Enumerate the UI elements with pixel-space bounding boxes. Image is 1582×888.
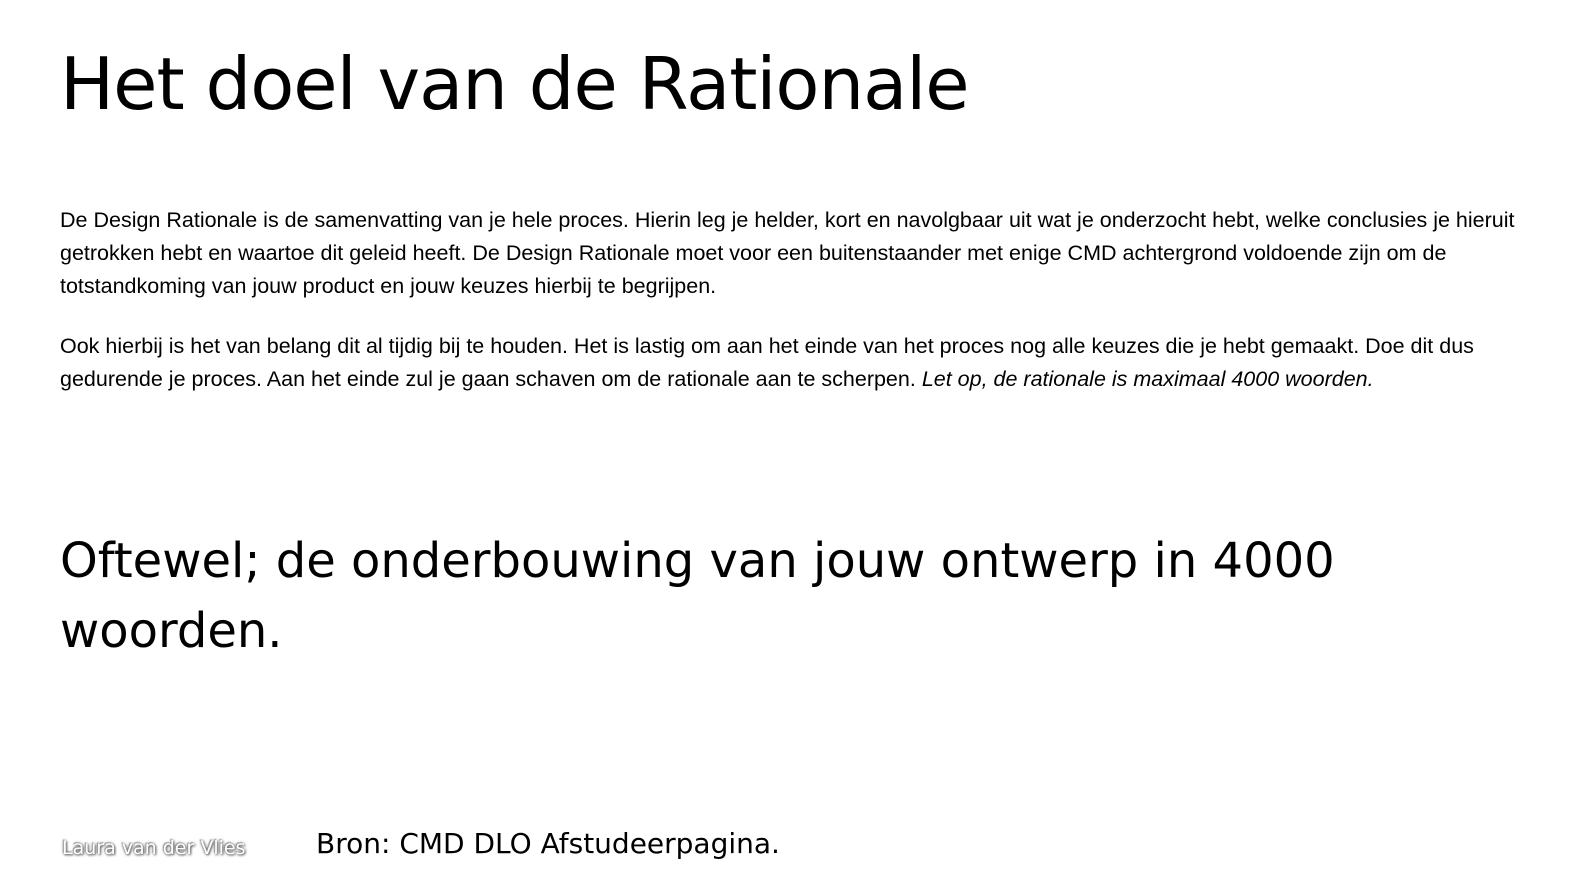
slide-title: Het doel van de Rationale — [60, 42, 970, 126]
summary-statement: Oftewel; de onderbouwing van jouw ontwer… — [60, 533, 1335, 659]
word-limit-note: Let op, de rationale is maximaal 4000 wo… — [921, 367, 1374, 391]
source-citation: Bron: CMD DLO Afstudeerpagina. — [316, 827, 780, 860]
second-paragraph: Ook hierbij is het van belang dit al tij… — [60, 330, 1530, 396]
author-label: Laura van der Vlies — [62, 837, 246, 859]
intro-paragraph: De Design Rationale is de samenvatting v… — [60, 208, 1515, 298]
